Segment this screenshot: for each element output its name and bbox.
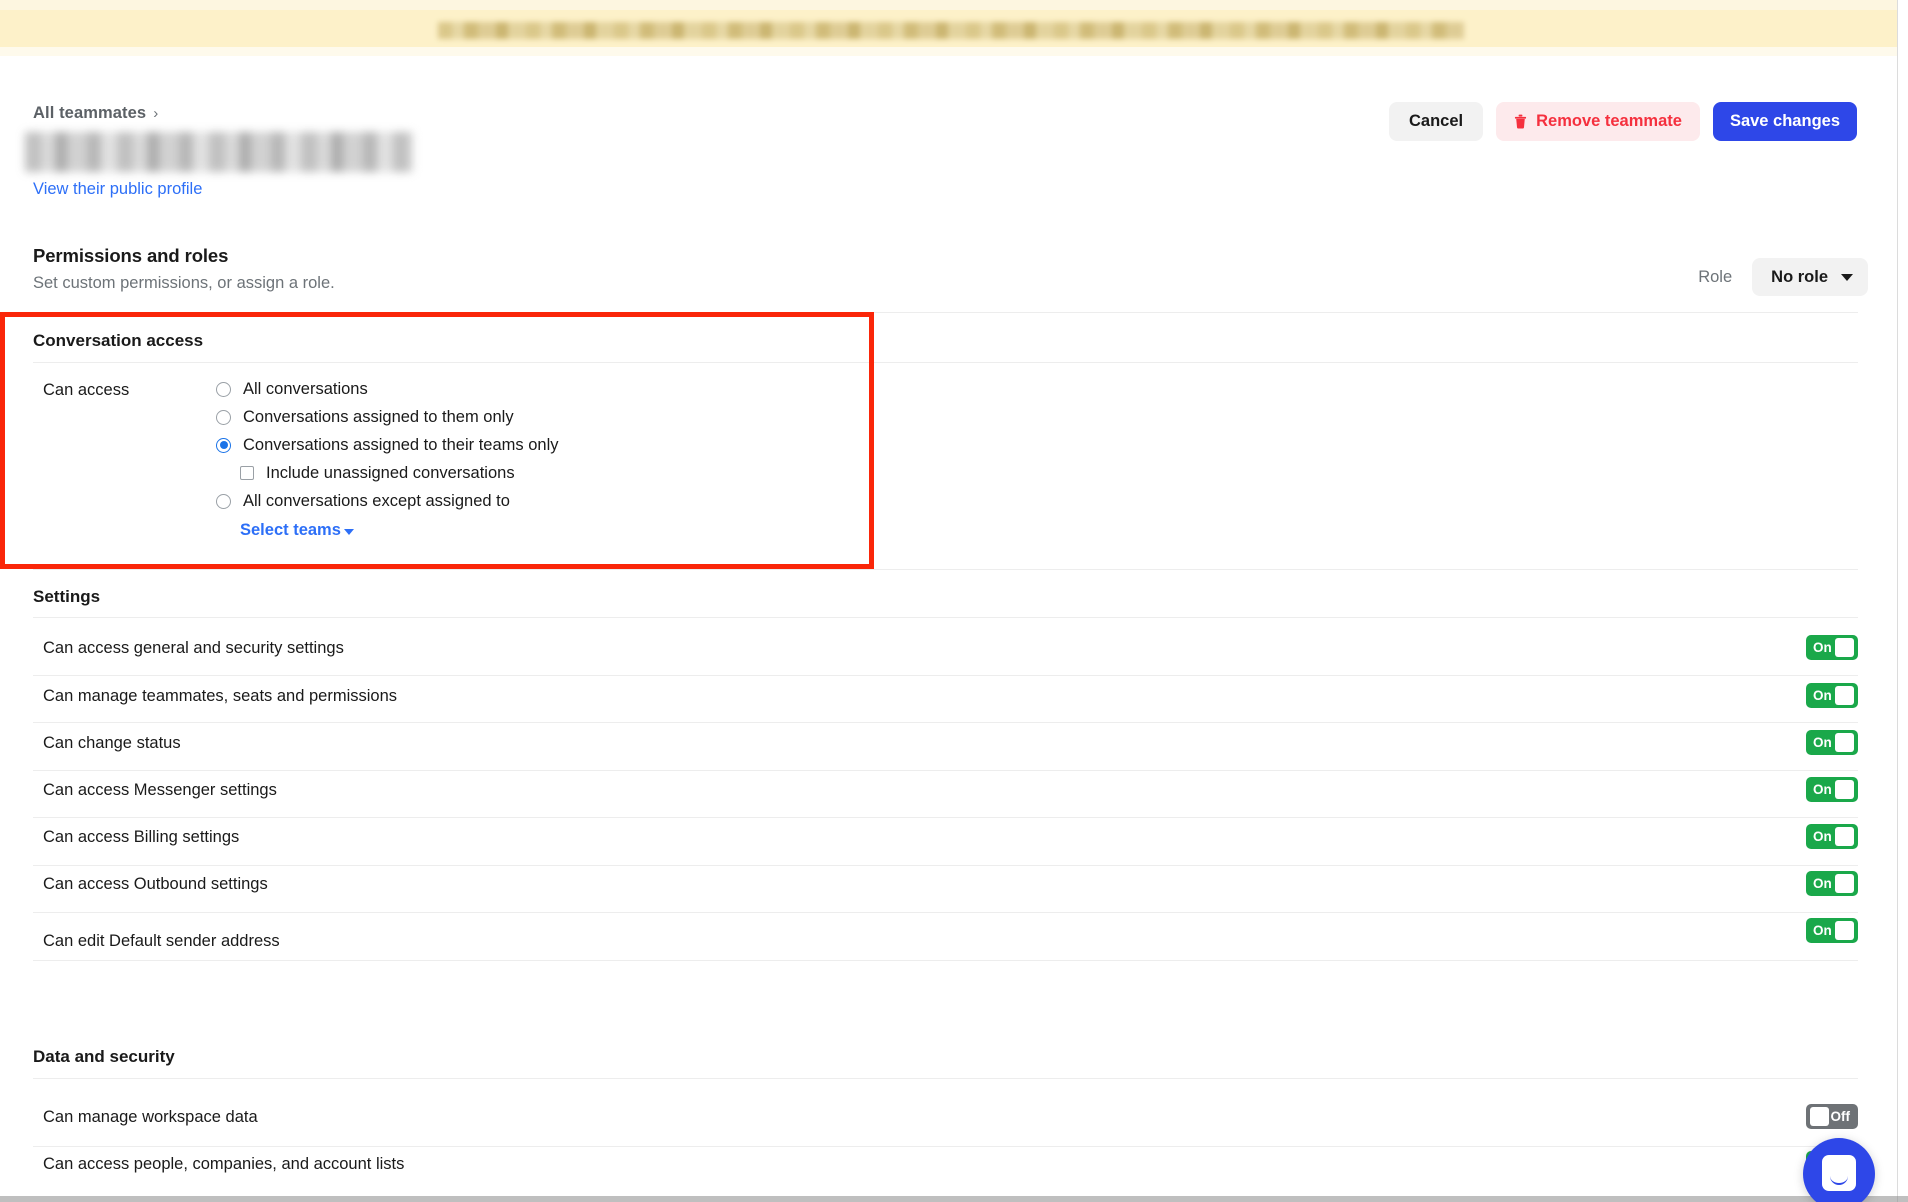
option-label: All conversations except assigned to (243, 491, 510, 510)
toggle-knob (1835, 827, 1854, 846)
toggle-state-label: On (1813, 688, 1832, 703)
chevron-down-icon (1841, 273, 1853, 281)
teammate-permissions-page: All teammates › View their public profil… (0, 0, 1908, 1202)
chevron-right-icon: › (153, 105, 159, 122)
role-dropdown[interactable]: No role (1752, 258, 1868, 296)
toggle-can-access-general-security-settings[interactable]: On (1806, 635, 1858, 660)
chevron-down-icon (343, 529, 354, 535)
setting-row-label: Can access general and security settings (43, 639, 344, 657)
intercom-messenger-launcher[interactable] (1803, 1138, 1875, 1202)
setting-row-label: Can manage workspace data (43, 1108, 258, 1126)
conversation-access-options: All conversations Conversations assigned… (216, 375, 559, 515)
toggle-can-access-outbound-settings[interactable]: On (1806, 871, 1858, 896)
setting-row-label: Can edit Default sender address (43, 932, 280, 950)
toggle-knob (1810, 1107, 1829, 1126)
divider-row (33, 722, 1858, 723)
toggle-state-label: On (1813, 782, 1832, 797)
breadcrumb-label[interactable]: All teammates (33, 104, 146, 123)
page-header: All teammates › View their public profil… (0, 56, 1897, 206)
toggle-can-access-messenger-settings[interactable]: On (1806, 777, 1858, 802)
divider-settings-top (33, 569, 1858, 570)
radio-icon[interactable] (216, 493, 231, 509)
remove-teammate-label: Remove teammate (1536, 112, 1682, 130)
notification-banner (0, 0, 1897, 56)
toggle-knob (1835, 921, 1854, 940)
toggle-can-manage-workspace-data[interactable]: Off (1806, 1104, 1858, 1129)
cancel-button[interactable]: Cancel (1389, 102, 1484, 141)
checkbox-icon[interactable] (240, 466, 254, 480)
toggle-can-edit-default-sender-address[interactable]: On (1806, 918, 1858, 943)
permissions-subtitle: Set custom permissions, or assign a role… (33, 274, 335, 292)
viewport-scrollbar[interactable] (1897, 0, 1908, 1202)
setting-row-label: Can change status (43, 734, 181, 752)
toggle-state-label: On (1813, 735, 1832, 750)
radio-icon[interactable] (216, 409, 231, 425)
divider-row (33, 1146, 1858, 1147)
setting-row-label: Can access people, companies, and accoun… (43, 1155, 405, 1173)
select-teams-label: Select teams (240, 521, 341, 539)
toggle-knob (1835, 874, 1854, 893)
toggle-knob (1835, 686, 1854, 705)
radio-icon-selected[interactable] (216, 437, 231, 453)
settings-title: Settings (33, 587, 101, 606)
option-label: Conversations assigned to their teams on… (243, 435, 559, 454)
teammate-name-redacted (25, 132, 413, 172)
can-access-label: Can access (43, 381, 130, 399)
option-assigned-to-their-teams-only[interactable]: Conversations assigned to their teams on… (216, 431, 559, 459)
divider-conversation-top (33, 312, 1858, 313)
divider-row (33, 865, 1858, 866)
trash-icon (1515, 114, 1527, 129)
divider-data-security-head (33, 1078, 1858, 1079)
smile-icon (1830, 1176, 1848, 1185)
divider-conversation-head (33, 362, 1858, 363)
toggle-can-manage-teammates-seats-permissions[interactable]: On (1806, 683, 1858, 708)
toggle-state-label: On (1813, 829, 1832, 844)
divider-row (33, 960, 1858, 961)
option-all-conversations[interactable]: All conversations (216, 375, 559, 403)
radio-icon[interactable] (216, 381, 231, 397)
toggle-knob (1835, 638, 1854, 657)
select-teams-dropdown[interactable]: Select teams (240, 521, 354, 540)
toggle-state-label: On (1813, 640, 1832, 655)
permissions-title: Permissions and roles (33, 245, 229, 266)
data-security-title: Data and security (33, 1047, 175, 1066)
role-picker: Role No role (1698, 258, 1868, 296)
option-all-except-assigned-to[interactable]: All conversations except assigned to (216, 487, 559, 515)
header-actions: Cancel Remove teammate Save changes (1389, 102, 1857, 141)
viewport-bottom-edge (0, 1196, 1908, 1202)
divider-row (33, 675, 1858, 676)
toggle-state-label: Off (1830, 1109, 1851, 1124)
toggle-can-change-status[interactable]: On (1806, 730, 1858, 755)
intercom-messenger-icon (1822, 1155, 1856, 1191)
divider-settings-head (33, 617, 1858, 618)
option-assigned-to-them-only[interactable]: Conversations assigned to them only (216, 403, 559, 431)
view-public-profile-link[interactable]: View their public profile (33, 180, 202, 199)
toggle-state-label: On (1813, 923, 1832, 938)
option-include-unassigned-conversations[interactable]: Include unassigned conversations (216, 459, 559, 487)
option-label: Include unassigned conversations (266, 463, 515, 482)
role-dropdown-value: No role (1771, 267, 1828, 286)
setting-row-label: Can manage teammates, seats and permissi… (43, 687, 398, 705)
divider-row (33, 770, 1858, 771)
setting-row-label: Can access Outbound settings (43, 875, 268, 893)
conversation-access-title: Conversation access (33, 331, 204, 350)
toggle-knob (1835, 780, 1854, 799)
divider-row (33, 912, 1858, 913)
toggle-can-access-billing-settings[interactable]: On (1806, 824, 1858, 849)
breadcrumb[interactable]: All teammates › (33, 104, 158, 123)
setting-row-label: Can access Messenger settings (43, 781, 277, 799)
save-changes-button[interactable]: Save changes (1712, 102, 1857, 141)
remove-teammate-button[interactable]: Remove teammate (1496, 102, 1700, 141)
banner-top-fade (0, 0, 1897, 10)
option-label: Conversations assigned to them only (243, 407, 514, 426)
toggle-knob (1835, 733, 1854, 752)
setting-row-label: Can access Billing settings (43, 828, 240, 846)
option-label: All conversations (243, 379, 368, 398)
toggle-state-label: On (1813, 876, 1832, 891)
banner-bottom-fade (0, 47, 1897, 56)
role-label: Role (1698, 267, 1733, 286)
banner-redacted-text (438, 22, 1464, 39)
divider-row (33, 817, 1858, 818)
